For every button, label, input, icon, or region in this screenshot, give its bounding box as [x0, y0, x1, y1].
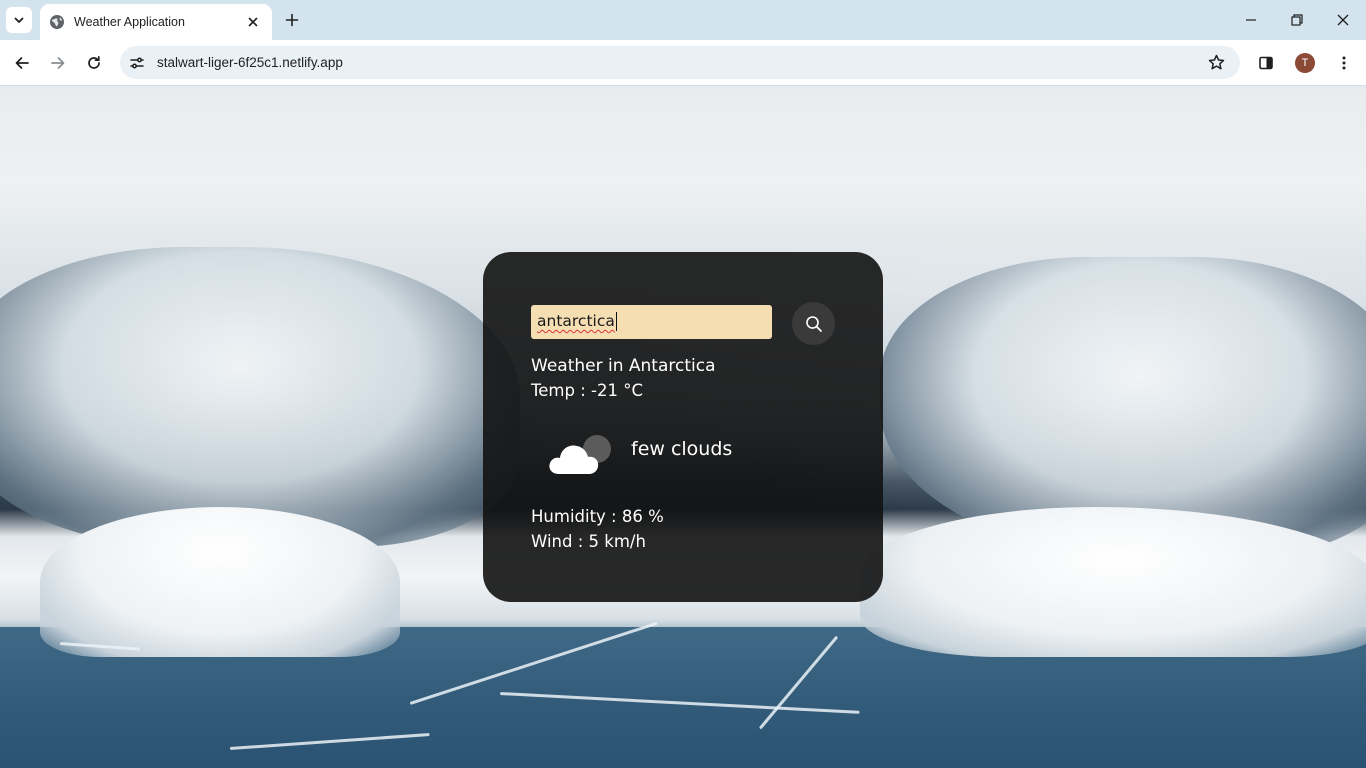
arrow-left-icon [15, 57, 29, 69]
weather-card: antarctica Weather in Antarctica Temp : … [483, 252, 883, 602]
search-icon [805, 315, 822, 332]
temperature-text: Temp : -21 °C [531, 381, 643, 400]
reload-button[interactable] [80, 49, 108, 77]
reload-icon [88, 55, 100, 69]
profile-avatar[interactable]: T [1295, 53, 1315, 73]
site-settings-button[interactable] [123, 49, 151, 77]
address-bar[interactable]: stalwart-liger-6f25c1.netlify.app [120, 46, 1240, 79]
browser-titlebar: Weather Application [0, 0, 1366, 40]
globe-icon [50, 15, 64, 29]
side-panel-button[interactable] [1252, 49, 1280, 77]
few-clouds-icon [549, 435, 611, 474]
chevron-down-icon [14, 17, 24, 23]
close-icon [1337, 14, 1349, 26]
minimize-icon [1246, 19, 1256, 21]
plus-icon [285, 13, 299, 27]
restore-icon [1291, 14, 1303, 26]
city-heading: Weather in Antarctica [531, 356, 716, 376]
bg-glacier-left [0, 247, 520, 547]
back-button[interactable] [8, 49, 36, 77]
browser-menu-button[interactable] [1330, 49, 1358, 77]
star-icon [1208, 54, 1224, 70]
weather-description: few clouds [631, 438, 733, 460]
arrow-right-icon [51, 57, 65, 69]
new-tab-button[interactable] [281, 9, 303, 31]
tab-close-button[interactable] [244, 13, 262, 31]
browser-toolbar: stalwart-liger-6f25c1.netlify.app T [0, 40, 1366, 86]
minimize-button[interactable] [1237, 6, 1265, 34]
bg-ice-shelf-right [860, 507, 1366, 657]
restore-button[interactable] [1283, 6, 1311, 34]
search-button[interactable] [792, 302, 835, 345]
city-search-input[interactable] [531, 305, 772, 339]
humidity-text: Humidity : 86 % [531, 507, 664, 526]
close-icon [248, 17, 258, 27]
bookmark-button[interactable] [1202, 49, 1230, 77]
browser-tab[interactable]: Weather Application [40, 4, 272, 40]
url-text[interactable]: stalwart-liger-6f25c1.netlify.app [157, 55, 1202, 70]
close-window-button[interactable] [1329, 6, 1357, 34]
side-panel-icon [1259, 56, 1273, 70]
tab-title: Weather Application [74, 15, 185, 29]
tune-icon [130, 57, 144, 68]
page-viewport: antarctica Weather in Antarctica Temp : … [0, 87, 1366, 768]
wind-text: Wind : 5 km/h [531, 532, 646, 551]
tab-search-button[interactable] [6, 7, 32, 33]
more-vert-icon [1342, 56, 1346, 70]
bg-ice-shelf-left [40, 507, 400, 657]
forward-button[interactable] [44, 49, 72, 77]
